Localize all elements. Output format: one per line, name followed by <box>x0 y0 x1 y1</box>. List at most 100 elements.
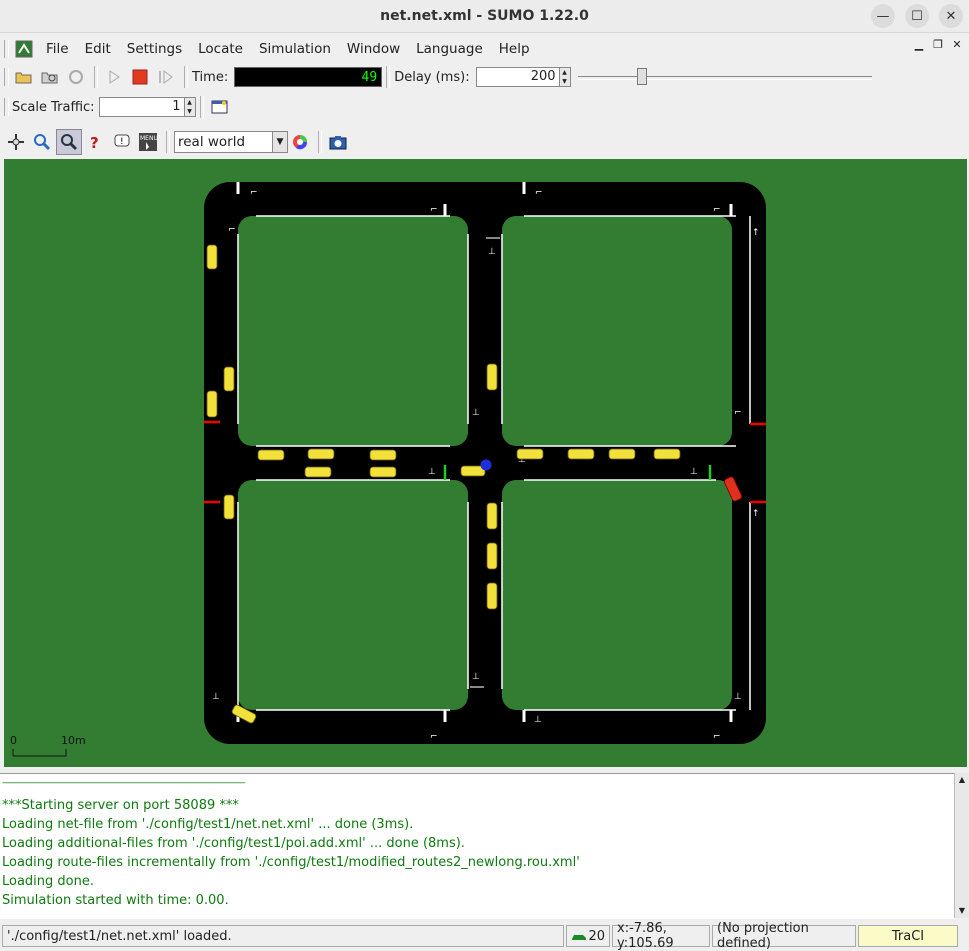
mdi-close-icon[interactable]: ✕ <box>949 38 965 52</box>
mdi-minimize-icon[interactable]: ▁ <box>911 38 927 52</box>
vehicle <box>307 448 335 460</box>
separator <box>318 131 322 153</box>
menu-locate[interactable]: Locate <box>190 41 251 57</box>
message-window[interactable]: ----------------------------------------… <box>0 773 955 919</box>
poi-marker <box>480 459 492 471</box>
menu-bar: File Edit Settings Locate Simulation Win… <box>0 36 969 61</box>
menu-window[interactable]: Window <box>339 41 408 57</box>
new-view-icon[interactable] <box>208 95 232 119</box>
block-top-left <box>238 216 468 446</box>
vehicle <box>516 448 544 460</box>
status-message: './config/test1/net.net.xml' loaded. <box>2 925 564 947</box>
simulation-canvas[interactable]: ⌐⌐ ⌐⌐ ⌐↑ ⊥⊥ ⌐⊥ ⊥⊥ ↑⊥ ⊥⊥ ⊥⌐ ⌐⌐ <box>4 159 967 767</box>
svg-text:⌐: ⌐ <box>713 205 721 215</box>
maximize-button[interactable]: ☐ <box>905 4 929 28</box>
app-icon[interactable] <box>12 37 36 61</box>
delay-field[interactable]: 200 <box>475 67 560 87</box>
recenter-icon[interactable] <box>4 130 28 154</box>
svg-text:↑: ↑ <box>752 228 760 238</box>
message-scrollbar[interactable]: ▲ ▼ <box>954 773 969 918</box>
vehicle <box>206 244 218 270</box>
svg-text:⌐: ⌐ <box>228 225 236 235</box>
delay-label: Delay (ms): <box>394 69 470 85</box>
scroll-down-icon[interactable]: ▼ <box>955 904 969 918</box>
slider-thumb[interactable] <box>637 68 648 85</box>
menu-tooltip-icon[interactable]: MENU <box>136 130 160 154</box>
menu-file[interactable]: File <box>38 41 77 57</box>
scale-arrows[interactable]: ▲ ▼ <box>184 97 196 117</box>
car-icon <box>572 935 587 940</box>
reload-icon[interactable] <box>64 65 88 89</box>
vehicle <box>486 542 498 570</box>
zoom-icon[interactable] <box>30 130 54 154</box>
scroll-up-icon[interactable]: ▲ <box>955 773 969 787</box>
tooltip-icon[interactable]: ! <box>110 130 134 154</box>
menu-simulation[interactable]: Simulation <box>251 41 339 57</box>
svg-text:⌐: ⌐ <box>535 188 543 198</box>
scale-bar <box>12 749 67 757</box>
road-network: ⌐⌐ ⌐⌐ ⌐↑ ⊥⊥ ⌐⊥ ⊥⊥ ↑⊥ ⊥⊥ ⊥⌐ ⌐⌐ <box>12 182 766 757</box>
minimize-button[interactable]: — <box>871 4 895 28</box>
open-icon[interactable] <box>12 65 36 89</box>
block-top-right <box>502 216 732 446</box>
message-separator: ----------------------------------------… <box>2 778 246 788</box>
svg-text:⊥: ⊥ <box>488 247 496 257</box>
message-line: Loading route-files incrementally from '… <box>2 855 580 870</box>
mdi-restore-icon[interactable]: ❐ <box>930 38 946 52</box>
toolbar-grip <box>4 68 9 86</box>
block-bottom-right <box>502 480 732 710</box>
status-text: './config/test1/net.net.xml' loaded. <box>7 928 232 944</box>
window-title: net.net.xml - SUMO 1.22.0 <box>380 8 589 24</box>
svg-text:⊥: ⊥ <box>428 467 436 477</box>
message-line: Simulation started with time: 0.00. <box>2 893 229 908</box>
separator <box>386 66 391 88</box>
vehicle <box>486 582 498 610</box>
reload-config-icon[interactable] <box>38 65 62 89</box>
svg-text:⊥: ⊥ <box>472 672 480 682</box>
scale-traffic-label: Scale Traffic: <box>12 99 95 115</box>
vehicle <box>369 449 397 461</box>
menu-help[interactable]: Help <box>491 41 538 57</box>
vehicle <box>369 466 397 478</box>
help-query-icon[interactable]: ? <box>84 130 108 154</box>
menu-language[interactable]: Language <box>408 41 491 57</box>
dropdown-arrow-icon[interactable]: ▼ <box>272 132 287 152</box>
delay-arrows[interactable]: ▲ ▼ <box>559 67 571 87</box>
view-toolbar: ? ! MENU real world ▼ <box>4 127 969 157</box>
delay-spinner[interactable]: 200 ▲ ▼ <box>475 67 571 87</box>
scale-field[interactable]: 1 <box>98 97 185 117</box>
traci-indicator: TraCI <box>858 925 958 947</box>
coords-display: x:-7.86, y:105.69 <box>612 921 710 951</box>
color-wheel-icon[interactable] <box>288 130 312 154</box>
projection-text: (No projection defined) <box>717 921 809 951</box>
run-icon[interactable] <box>102 65 126 89</box>
time-display: 49 <box>234 67 383 87</box>
slider-track <box>577 76 872 80</box>
projection-display: (No projection defined) <box>712 921 856 951</box>
coords-text: x:-7.86, y:105.69 <box>617 921 674 951</box>
scale-zero-label: 0 <box>10 734 17 747</box>
menu-edit[interactable]: Edit <box>77 41 119 57</box>
color-scheme-select[interactable]: real world ▼ <box>174 131 288 153</box>
step-icon[interactable] <box>154 65 178 89</box>
scale-spinner[interactable]: 1 ▲ ▼ <box>98 97 196 117</box>
svg-text:⌐: ⌐ <box>430 732 438 742</box>
menu-settings[interactable]: Settings <box>119 41 190 57</box>
svg-text:MENU: MENU <box>140 135 158 142</box>
vehicle <box>223 366 235 392</box>
screenshot-icon[interactable] <box>326 130 350 154</box>
svg-text:?: ? <box>90 134 99 151</box>
locate-icon[interactable] <box>56 129 82 155</box>
separator <box>166 131 170 153</box>
block-bottom-left <box>238 480 468 710</box>
message-line: Loading done. <box>2 874 94 889</box>
close-button[interactable]: ✕ <box>939 4 963 28</box>
stop-icon[interactable] <box>128 65 152 89</box>
svg-text:!: ! <box>120 137 124 147</box>
vehicle-counter[interactable]: 20 <box>566 925 610 947</box>
vehicle-count: 20 <box>588 928 605 944</box>
delay-slider[interactable] <box>575 65 875 89</box>
vehicle <box>608 448 636 460</box>
toolbar-grip[interactable] <box>4 39 9 58</box>
vehicle <box>486 363 498 391</box>
